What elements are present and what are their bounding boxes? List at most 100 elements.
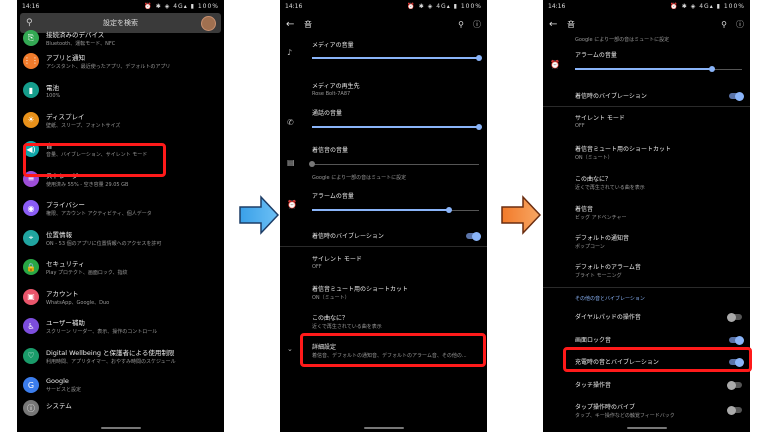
touch-row[interactable]: タッチ操作音 [575, 380, 742, 390]
alarm-sound-row[interactable]: デフォルトのアラーム音 ブライト モーニング [575, 262, 742, 279]
nav-handle[interactable] [100, 427, 141, 429]
help-icon[interactable]: ⓘ [473, 19, 481, 30]
chevron-down-icon[interactable]: ⌄ [287, 345, 293, 353]
avatar[interactable] [201, 15, 216, 31]
mute-shortcut-state: ON（ミュート） [575, 155, 613, 161]
touch-toggle[interactable] [727, 380, 742, 390]
settings-item-title: ユーザー補助 [46, 319, 85, 328]
now-playing-sub: 近くで再生されている曲を表示 [312, 324, 382, 330]
back-arrow-icon[interactable]: ← [286, 19, 304, 30]
google-icon: G [23, 377, 39, 394]
alarm-volume-slider[interactable] [312, 206, 479, 214]
settings-item-title: Digital Wellbeing と保護者による使用制限 [46, 348, 175, 357]
settings-item-subtitle: サービスと設定 [46, 387, 82, 394]
ring-volume-label: 着信音の音量 [312, 147, 349, 154]
alarm-sound-value: ブライト モーニング [575, 273, 622, 279]
settings-item-title: アプリと通知 [46, 53, 85, 62]
location-icon: ⌖ [23, 229, 39, 246]
tap-vibe-row[interactable]: タップ操作時のバイブ タップ、キー操作などの触覚フィードバック [575, 402, 742, 419]
vibrate-icon: ▤ [287, 158, 295, 167]
notif-sound-row[interactable]: デフォルトの通知音 ポップコーン [575, 233, 742, 250]
help-icon[interactable]: ⓘ [736, 19, 744, 30]
nav-handle[interactable] [626, 427, 667, 429]
settings-item-title: アカウント [46, 289, 79, 298]
dnd-row[interactable]: サイレント モード OFF [312, 254, 479, 270]
alarm-sound-label: デフォルトのアラーム音 [575, 264, 641, 271]
settings-item[interactable]: ▮ 電池 100% [17, 76, 224, 106]
settings-list: ⎘ 接続済みのデバイス Bluetooth、運転モード、NFC ⋮⋮ アプリと通知 アシス… [17, 30, 224, 416]
screen-lock-row[interactable]: 画面ロック音 [575, 335, 744, 345]
dnd-row[interactable]: サイレント モード OFF [575, 113, 742, 129]
arrow-right-icon [501, 195, 541, 235]
settings-item-title: 電池 [46, 83, 59, 92]
back-arrow-icon[interactable]: ← [549, 19, 567, 30]
page-title: 音 [567, 19, 575, 29]
settings-item[interactable]: 🔒 セキュリティ Play プロテクト、画面ロック、指紋 [17, 253, 224, 283]
ringtone-value: ビッグ アドベンチャー [575, 215, 627, 221]
alarm-clock-icon: ⏰ [550, 60, 560, 69]
mute-shortcut-row[interactable]: 着信音ミュート用のショートカット ON（ミュート） [312, 284, 479, 301]
nav-handle[interactable] [363, 427, 404, 429]
now-playing-row[interactable]: この曲なに？ 近くで再生されている曲を表示 [575, 174, 742, 191]
now-playing-row[interactable]: この曲なに？ 近くで再生されている曲を表示 [312, 313, 479, 330]
wellbeing-icon: ♡ [23, 347, 39, 364]
settings-item-subtitle: Play プロテクト、画面ロック、指紋 [46, 270, 128, 277]
call-volume-slider[interactable] [312, 123, 482, 131]
status-time: 14:16 [22, 2, 40, 10]
settings-item[interactable]: ♿ ユーザー補助 スクリーン リーダー、表示、操作のコントロール [17, 312, 224, 342]
mute-shortcut-row[interactable]: 着信音ミュート用のショートカット ON（ミュート） [575, 144, 742, 161]
settings-item-subtitle: 100% [46, 92, 61, 99]
settings-item[interactable]: ⌖ 位置情報 ON - 53 個のアプリに位置情報へのアクセスを許可 [17, 223, 224, 253]
settings-item-title: ディスプレイ [46, 112, 85, 121]
media-output-device: Rose Bolt-7A87 [312, 91, 351, 97]
tap-vibe-label: タップ操作時のバイブ [575, 404, 636, 411]
status-bar: 14:16 ⏰ ✱ ◈ 4G▴ ▮ 100% [543, 0, 750, 12]
music-note-icon: ♪ [287, 48, 293, 57]
settings-item[interactable]: ⎘ 接続済みのデバイス Bluetooth、運転モード、NFC [17, 30, 224, 47]
ring-volume-slider[interactable] [309, 160, 479, 168]
vibrate-calls-row[interactable]: 着信時のバイブレーション [575, 91, 744, 101]
vibrate-calls-toggle[interactable] [729, 91, 744, 101]
settings-item-title: 接続済みのデバイス [46, 31, 105, 39]
status-time: 14:16 [285, 2, 303, 10]
settings-item[interactable]: G Google サービスと設定 [17, 371, 224, 401]
search-icon: ⚲ [26, 18, 33, 28]
accessibility-icon: ♿ [23, 318, 39, 335]
now-playing-sub: 近くで再生されている曲を表示 [575, 185, 645, 191]
ringtone-row[interactable]: 着信音 ビッグ アドベンチャー [575, 204, 742, 221]
alarm-volume-row: アラームの音量 [575, 50, 742, 73]
tap-vibe-toggle[interactable] [727, 405, 742, 415]
status-time: 14:16 [548, 2, 566, 10]
settings-item-title: プライバシー [46, 201, 85, 210]
dialpad-row[interactable]: ダイヤルパッドの操作音 [575, 312, 742, 322]
media-volume-slider[interactable] [312, 54, 482, 62]
alarm-volume-label: アラームの音量 [312, 193, 354, 200]
alarm-volume-slider[interactable] [575, 65, 742, 73]
settings-item[interactable]: ☀ ディスプレイ 壁紙、スリープ、フォントサイズ [17, 105, 224, 135]
screen-lock-toggle[interactable] [729, 335, 744, 345]
media-output-row[interactable]: メディアの再生先 Rose Bolt-7A87 [312, 81, 479, 97]
settings-item[interactable]: ⋮⋮ アプリと通知 アシスタント、最近使ったアプリ、デフォルトのアプリ [17, 46, 224, 76]
search-icon[interactable]: ⚲ [721, 20, 727, 29]
alarm-clock-icon: ⏰ [287, 200, 297, 209]
media-output-label: メディアの再生先 [312, 83, 360, 90]
toolbar: ← 音 ⚲ ⓘ [543, 12, 750, 36]
search-input[interactable]: 設定を検索 [40, 18, 201, 28]
other-category: その他の音とバイブレーション [575, 295, 742, 302]
dialpad-toggle[interactable] [727, 312, 742, 322]
settings-item[interactable]: ▣ アカウント WhatsApp、Google、Duo [17, 282, 224, 312]
divider [543, 106, 750, 107]
call-volume-label: 通話の音量 [312, 110, 343, 117]
search-icon[interactable]: ⚲ [458, 20, 464, 29]
settings-item[interactable]: ◉ プライバシー 権限、アカウント アクティビティ、個人データ [17, 194, 224, 224]
vibrate-calls-row[interactable]: 着信時のバイブレーション [312, 231, 481, 241]
settings-item-subtitle: 権限、アカウント アクティビティ、個人データ [46, 211, 152, 218]
settings-item[interactable]: ♡ Digital Wellbeing と保護者による使用制限 利用時間、アプリタイ… [17, 341, 224, 371]
alarm-volume-row: アラームの音量 [312, 191, 479, 214]
ring-note: Google により一部の音はミュートに設定 [575, 37, 670, 43]
settings-item-subtitle: ON - 53 個のアプリに位置情報へのアクセスを許可 [46, 240, 162, 247]
notif-sound-value: ポップコーン [575, 244, 605, 250]
settings-item[interactable]: ⓘ システム [17, 400, 224, 416]
vibrate-calls-toggle[interactable] [466, 231, 481, 241]
phone-icon: ✆ [287, 118, 294, 127]
